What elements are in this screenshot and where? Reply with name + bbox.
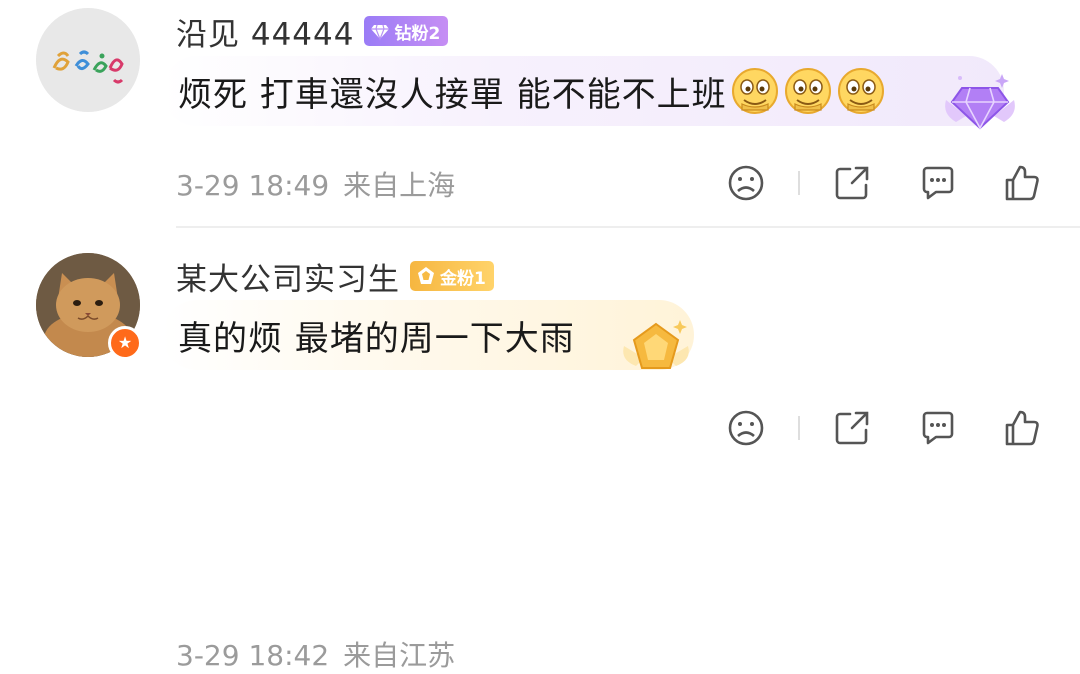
comment-text: 真的烦 最堵的周一下大雨 — [178, 318, 575, 359]
username[interactable]: 某大公司实习生 — [176, 254, 400, 299]
diamond-icon — [371, 24, 390, 41]
comment-actions — [0, 163, 1080, 203]
dislike-icon[interactable] — [726, 408, 766, 448]
salute-face-emoji — [783, 66, 833, 116]
username[interactable]: 沿见 44444 — [176, 9, 354, 54]
comment-meta: 3-29 18:42 来自江苏 — [176, 634, 469, 674]
comment-text: 烦死 打車還沒人接單 能不能不上班 — [178, 74, 727, 115]
diamond-fan-decoration-icon — [945, 74, 1015, 130]
name-line: 某大公司实习生 金粉1 — [176, 253, 494, 299]
share-icon[interactable] — [832, 408, 872, 448]
comment-bubble[interactable]: 真的烦 最堵的周一下大雨 — [162, 300, 694, 370]
salute-face-emoji — [730, 66, 780, 116]
comment-icon[interactable] — [918, 163, 958, 203]
comment-icon[interactable] — [918, 408, 958, 448]
fan-badge-label: 钻粉2 — [394, 23, 441, 44]
comment-actions — [0, 408, 1080, 448]
tibetan-script-avatar-image — [36, 8, 140, 112]
dislike-icon[interactable] — [726, 163, 766, 203]
action-divider — [798, 171, 800, 195]
verified-star-badge: ★ — [108, 326, 142, 360]
fan-badge[interactable]: 金粉1 — [410, 261, 494, 291]
avatar[interactable] — [36, 8, 140, 112]
fan-badge[interactable]: 钻粉2 — [364, 16, 449, 46]
fan-badge-label: 金粉1 — [440, 268, 486, 289]
action-divider — [798, 416, 800, 440]
comment-bubble[interactable]: 烦死 打車還沒人接單 能不能不上班 — [162, 56, 1004, 126]
comment-date: 3-29 18:42 — [176, 639, 330, 672]
gold-fan-decoration-icon — [623, 320, 689, 369]
gold-gem-icon — [418, 267, 434, 284]
name-line: 沿见 44444 钻粉2 — [176, 8, 449, 54]
comment-location: 来自江苏 — [343, 639, 456, 672]
salute-face-emoji — [836, 66, 886, 116]
like-icon[interactable] — [1002, 163, 1042, 203]
share-icon[interactable] — [832, 163, 872, 203]
like-icon[interactable] — [1002, 408, 1042, 448]
comment-item: 沿见 44444 钻粉2 烦死 打車還沒人接單 能不能不上班 3-29 18:4… — [0, 0, 1080, 226]
